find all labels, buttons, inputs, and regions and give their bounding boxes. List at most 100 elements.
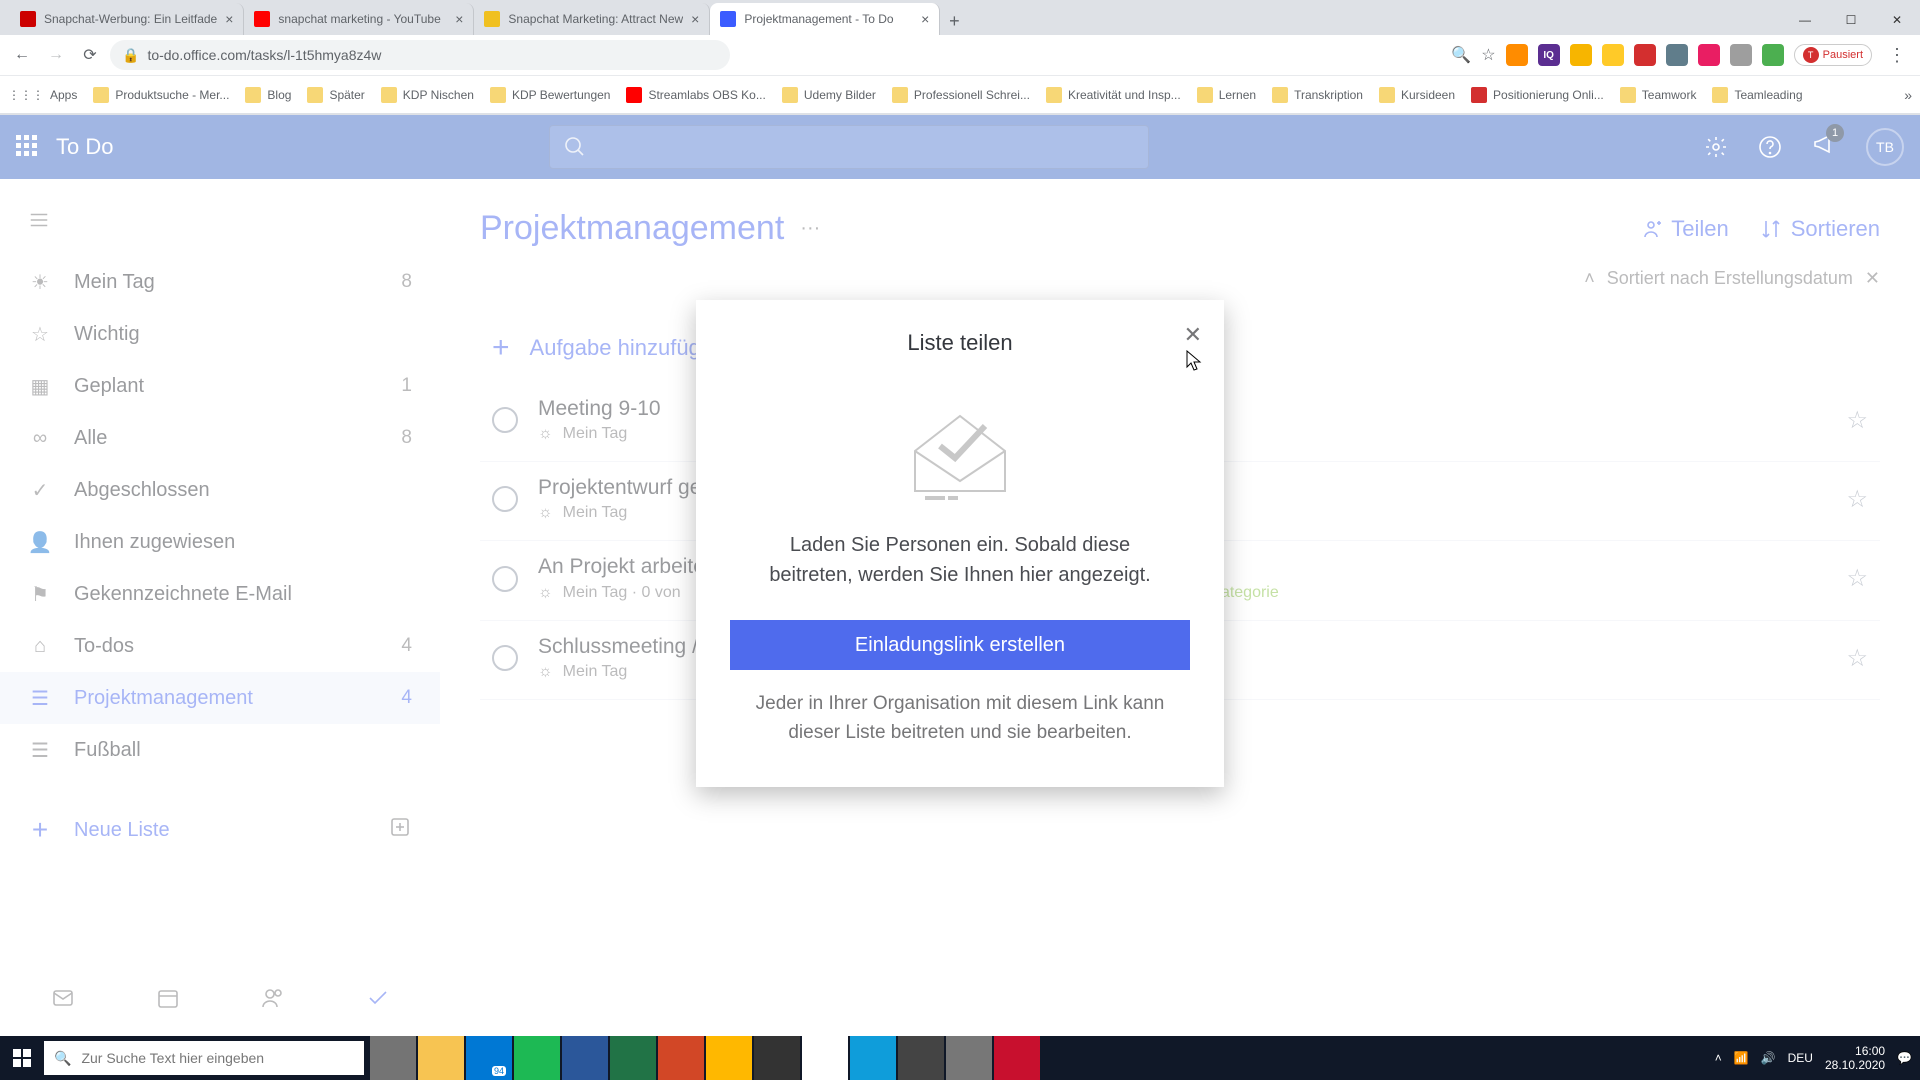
word-icon[interactable] xyxy=(562,1036,608,1080)
browser-tab[interactable]: snapchat marketing - YouTube× xyxy=(244,3,474,35)
bookmark-label: Professionell Schrei... xyxy=(914,88,1030,102)
mail-badge: 94 xyxy=(492,1066,506,1076)
taskview-icon[interactable] xyxy=(370,1036,416,1080)
browser-tab[interactable]: Snapchat-Werbung: Ein Leitfade × xyxy=(10,3,244,35)
bookmark-item[interactable]: Kursideen xyxy=(1379,87,1455,103)
bookmark-item[interactable]: Transkription xyxy=(1272,87,1363,103)
extension-icon[interactable] xyxy=(1666,44,1688,66)
zoom-icon[interactable]: 🔍 xyxy=(1451,45,1471,65)
bookmark-item[interactable]: Professionell Schrei... xyxy=(892,87,1030,103)
bookmark-label: Kursideen xyxy=(1401,88,1455,102)
bookmark-item[interactable]: Lernen xyxy=(1197,87,1256,103)
date: 28.10.2020 xyxy=(1825,1058,1885,1072)
folder-icon xyxy=(626,87,642,103)
bookmark-item[interactable]: KDP Nischen xyxy=(381,87,474,103)
window-maximize-icon[interactable]: ☐ xyxy=(1828,5,1874,35)
bookmark-item[interactable]: ⋮⋮⋮Apps xyxy=(8,88,77,102)
tab-title: Projektmanagement - To Do xyxy=(744,12,913,26)
app-icon[interactable] xyxy=(946,1036,992,1080)
start-button[interactable] xyxy=(0,1036,44,1080)
bookmark-item[interactable]: KDP Bewertungen xyxy=(490,87,611,103)
browser-tab[interactable]: Snapchat Marketing: Attract New × xyxy=(474,3,710,35)
close-icon[interactable]: × xyxy=(455,11,463,27)
url-text: to-do.office.com/tasks/l-1t5hmya8z4w xyxy=(147,47,381,63)
forward-icon[interactable]: → xyxy=(42,41,70,69)
bookmark-item[interactable]: Später xyxy=(307,87,364,103)
share-illustration-icon xyxy=(900,396,1020,506)
favicon-icon xyxy=(720,11,736,27)
extension-icon[interactable] xyxy=(1730,44,1752,66)
bookmark-item[interactable]: Teamwork xyxy=(1620,87,1697,103)
bookmark-item[interactable]: Positionierung Onli... xyxy=(1471,87,1604,103)
folder-icon xyxy=(1272,87,1288,103)
taskbar-search-input[interactable]: 🔍Zur Suche Text hier eingeben xyxy=(44,1041,364,1075)
bookmark-label: Blog xyxy=(267,88,291,102)
create-invite-link-button[interactable]: Einladungslink erstellen xyxy=(730,620,1190,670)
wifi-icon[interactable]: 📶 xyxy=(1734,1051,1749,1065)
bookmark-item[interactable]: Blog xyxy=(245,87,291,103)
bookmark-label: Streamlabs OBS Ko... xyxy=(648,88,765,102)
bookmarks-overflow-icon[interactable]: » xyxy=(1904,87,1912,103)
notepad-icon[interactable] xyxy=(898,1036,944,1080)
extension-icon[interactable] xyxy=(1602,44,1624,66)
mail-icon[interactable]: 94 xyxy=(466,1036,512,1080)
bookmarks-bar: ⋮⋮⋮Apps Produktsuche - Mer... Blog Späte… xyxy=(0,75,1920,113)
extension-icon[interactable]: IQ xyxy=(1538,44,1560,66)
bookmark-label: Apps xyxy=(50,88,77,102)
edge-icon[interactable] xyxy=(850,1036,896,1080)
folder-icon xyxy=(307,87,323,103)
folder-icon xyxy=(1379,87,1395,103)
close-icon[interactable]: × xyxy=(691,11,699,27)
app-icon[interactable] xyxy=(706,1036,752,1080)
menu-icon[interactable]: ⋮ xyxy=(1882,45,1912,66)
app-icon[interactable] xyxy=(994,1036,1040,1080)
extension-icon[interactable] xyxy=(1634,44,1656,66)
avatar-icon: T xyxy=(1803,47,1819,63)
browser-chrome: Snapchat-Werbung: Ein Leitfade × snapchat… xyxy=(0,0,1920,115)
spotify-icon[interactable] xyxy=(514,1036,560,1080)
search-icon: 🔍 xyxy=(54,1050,71,1067)
bookmark-item[interactable]: Udemy Bilder xyxy=(782,87,876,103)
share-dialog: Liste teilen ✕ Laden Sie Personen ein. S… xyxy=(696,300,1224,787)
volume-icon[interactable]: 🔊 xyxy=(1761,1051,1776,1065)
close-icon[interactable]: × xyxy=(225,11,233,27)
tray-chevron-icon[interactable]: ˄ xyxy=(1715,1051,1722,1065)
window-minimize-icon[interactable]: — xyxy=(1782,5,1828,35)
folder-icon xyxy=(245,87,261,103)
excel-icon[interactable] xyxy=(610,1036,656,1080)
bookmark-item[interactable]: Teamleading xyxy=(1712,87,1802,103)
bookmark-item[interactable]: Streamlabs OBS Ko... xyxy=(626,87,765,103)
url-input[interactable]: 🔒 to-do.office.com/tasks/l-1t5hmya8z4w xyxy=(110,40,730,70)
obs-icon[interactable] xyxy=(754,1036,800,1080)
close-icon[interactable]: ✕ xyxy=(1184,322,1202,348)
dialog-title: Liste teilen xyxy=(730,330,1190,356)
bookmark-label: Teamwork xyxy=(1642,88,1697,102)
close-icon[interactable]: × xyxy=(921,11,929,27)
star-icon[interactable]: ☆ xyxy=(1481,45,1495,65)
tab-title: Snapchat-Werbung: Ein Leitfade xyxy=(44,12,217,26)
explorer-icon[interactable] xyxy=(418,1036,464,1080)
extension-icon[interactable] xyxy=(1570,44,1592,66)
bookmark-item[interactable]: Kreativität und Insp... xyxy=(1046,87,1181,103)
reload-icon[interactable]: ⟳ xyxy=(76,41,104,69)
window-close-icon[interactable]: ✕ xyxy=(1874,5,1920,35)
tab-title: Snapchat Marketing: Attract New xyxy=(508,12,683,26)
browser-tab-active[interactable]: Projektmanagement - To Do × xyxy=(710,3,940,35)
folder-icon xyxy=(93,87,109,103)
extension-icon[interactable] xyxy=(1762,44,1784,66)
notifications-icon[interactable]: 💬 xyxy=(1897,1051,1912,1065)
folder-icon xyxy=(1046,87,1062,103)
extension-icon[interactable] xyxy=(1698,44,1720,66)
folder-icon xyxy=(782,87,798,103)
new-tab-button[interactable]: + xyxy=(940,7,968,35)
bookmark-item[interactable]: Produktsuche - Mer... xyxy=(93,87,229,103)
extension-icon[interactable] xyxy=(1506,44,1528,66)
back-icon[interactable]: ← xyxy=(8,41,36,69)
clock[interactable]: 16:0028.10.2020 xyxy=(1825,1044,1885,1073)
chrome-icon[interactable] xyxy=(802,1036,848,1080)
bookmark-label: Udemy Bilder xyxy=(804,88,876,102)
profile-pause-pill[interactable]: TPausiert xyxy=(1794,44,1872,66)
language-indicator[interactable]: DEU xyxy=(1788,1051,1813,1065)
bookmark-label: Später xyxy=(329,88,364,102)
powerpoint-icon[interactable] xyxy=(658,1036,704,1080)
